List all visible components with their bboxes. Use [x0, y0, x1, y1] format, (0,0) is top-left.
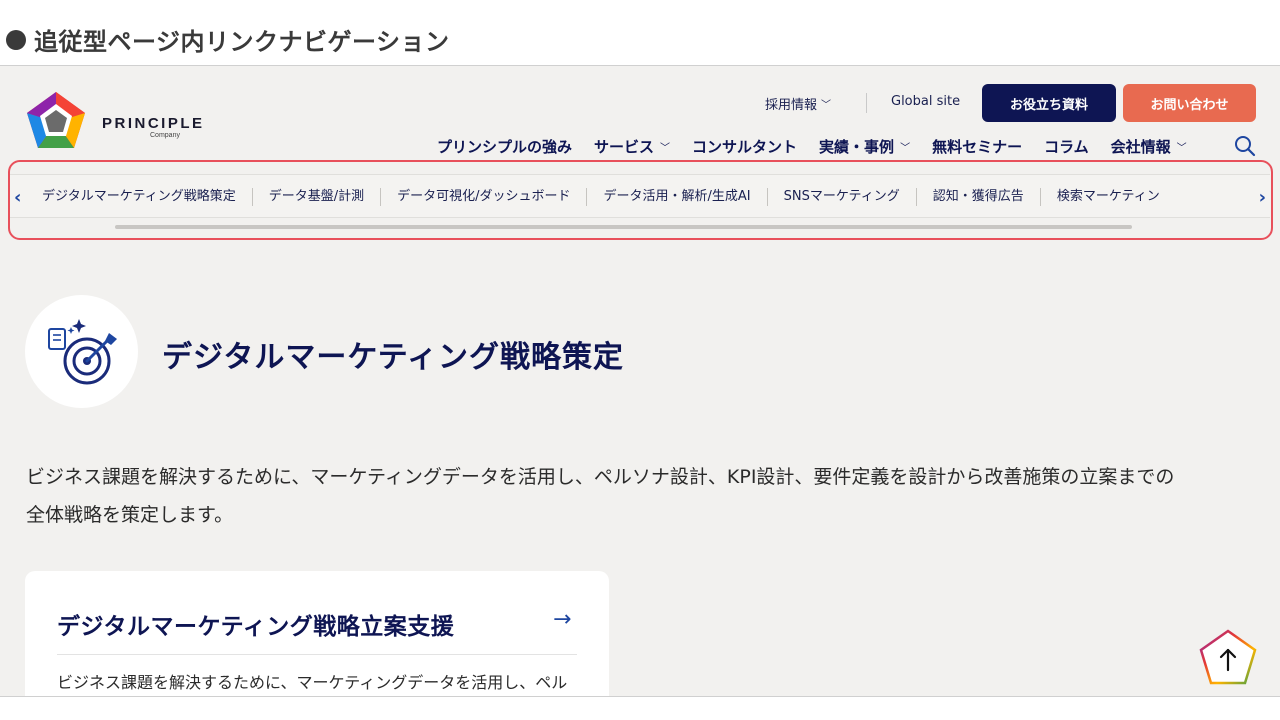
util-link-label: 採用情報 — [765, 98, 818, 113]
card-title: デジタルマーケティング戦略立案支援 — [57, 614, 455, 640]
section-title: デジタルマーケティング戦略策定 — [162, 340, 624, 375]
search-icon[interactable] — [1234, 135, 1256, 157]
sticky-anchor-nav-highlight: ‹ デジタルマーケティング戦略策定 データ基盤/計測 データ可視化/ダッシュボー… — [8, 160, 1273, 240]
logo-wordmark: PRINCIPLE — [102, 115, 205, 132]
global-nav: プリンシプルの強み サービス ﹀ コンサルタント 実績・事例 ﹀ 無料セミナー コラ… — [437, 136, 1187, 157]
chevron-down-icon: ﹀ — [821, 100, 832, 111]
nav-item-seminars[interactable]: 無料セミナー — [932, 136, 1022, 157]
anchor-nav-bar: ‹ デジタルマーケティング戦略策定 データ基盤/計測 データ可視化/ダッシュボー… — [10, 174, 1270, 218]
util-link-global-site[interactable]: Global site — [891, 94, 960, 109]
divider — [57, 654, 577, 655]
section-lead: ビジネス課題を解決するために、マーケティングデータを活用し、ペルソナ設計、KPI… — [26, 458, 1256, 534]
anchor-link[interactable]: 検索マーケティン — [1041, 188, 1176, 206]
scroll-left-icon[interactable]: ‹ — [14, 187, 21, 208]
anchor-nav-items: デジタルマーケティング戦略策定 データ基盤/計測 データ可視化/ダッシュボード … — [40, 175, 1242, 219]
nav-item-column[interactable]: コラム — [1044, 136, 1089, 157]
nav-item-company[interactable]: 会社情報 ﹀ — [1111, 136, 1187, 157]
nav-item-label: コンサルタント — [692, 138, 798, 156]
nav-item-strengths[interactable]: プリンシプルの強み — [437, 136, 572, 157]
lead-line-1: ビジネス課題を解決するために、マーケティングデータを活用し、ペルソナ設計、KPI… — [26, 466, 1175, 488]
horizontal-scrollbar[interactable] — [115, 225, 1132, 229]
card-text: ビジネス課題を解決するために、マーケティングデータを活用し、ペル — [57, 673, 568, 692]
contact-button[interactable]: お問い合わせ — [1123, 84, 1256, 122]
slide-title-text: 追従型ページ内リンクナビゲーション — [34, 28, 450, 56]
nav-item-label: コラム — [1044, 138, 1089, 156]
nav-item-label: プリンシプルの強み — [437, 138, 573, 156]
lead-line-2: 全体戦略を策定します。 — [26, 504, 234, 526]
anchor-link[interactable]: データ基盤/計測 — [253, 188, 382, 206]
arrow-right-icon[interactable]: → — [553, 607, 571, 632]
scroll-right-icon[interactable]: › — [1259, 187, 1266, 208]
nav-item-cases[interactable]: 実績・事例 ﹀ — [819, 136, 910, 157]
chevron-down-icon: ﹀ — [660, 143, 671, 154]
principle-logo-icon[interactable] — [24, 90, 88, 154]
section-icon-circle — [25, 295, 138, 408]
slide-title: 追従型ページ内リンクナビゲーション — [6, 22, 450, 57]
website-screenshot-frame: PRINCIPLE Company 採用情報 ﹀ Global site お役立… — [0, 65, 1280, 697]
anchor-link[interactable]: データ可視化/ダッシュボード — [381, 188, 588, 206]
bullet-dot-icon — [6, 29, 26, 50]
anchor-link[interactable]: デジタルマーケティング戦略策定 — [40, 188, 253, 206]
site-header: PRINCIPLE Company 採用情報 ﹀ Global site お役立… — [0, 66, 1280, 162]
anchor-link[interactable]: SNSマーケティング — [768, 188, 917, 206]
nav-item-label: 会社情報 — [1110, 138, 1171, 156]
anchor-link[interactable]: 認知・獲得広告 — [917, 188, 1041, 206]
target-strategy-icon — [48, 319, 117, 385]
chevron-down-icon: ﹀ — [900, 143, 911, 154]
anchor-link[interactable]: データ活用・解析/生成AI — [587, 188, 768, 206]
nav-item-label: 無料セミナー — [932, 138, 1023, 156]
service-card[interactable]: デジタルマーケティング戦略立案支援 → ビジネス課題を解決するために、マーケティ… — [25, 571, 609, 696]
chevron-down-icon: ﹀ — [1176, 143, 1187, 154]
nav-item-label: 実績・事例 — [819, 138, 895, 156]
divider — [866, 93, 867, 113]
util-link-label: Global site — [891, 94, 961, 109]
nav-item-services[interactable]: サービス ﹀ — [594, 136, 670, 157]
util-link-recruit[interactable]: 採用情報 ﹀ — [765, 94, 831, 113]
resources-button[interactable]: お役立ち資料 — [982, 84, 1116, 122]
nav-item-label: サービス — [594, 138, 655, 156]
logo-subtext: Company — [150, 132, 180, 139]
nav-item-consultants[interactable]: コンサルタント — [692, 136, 797, 157]
back-to-top-button[interactable] — [1198, 628, 1258, 688]
